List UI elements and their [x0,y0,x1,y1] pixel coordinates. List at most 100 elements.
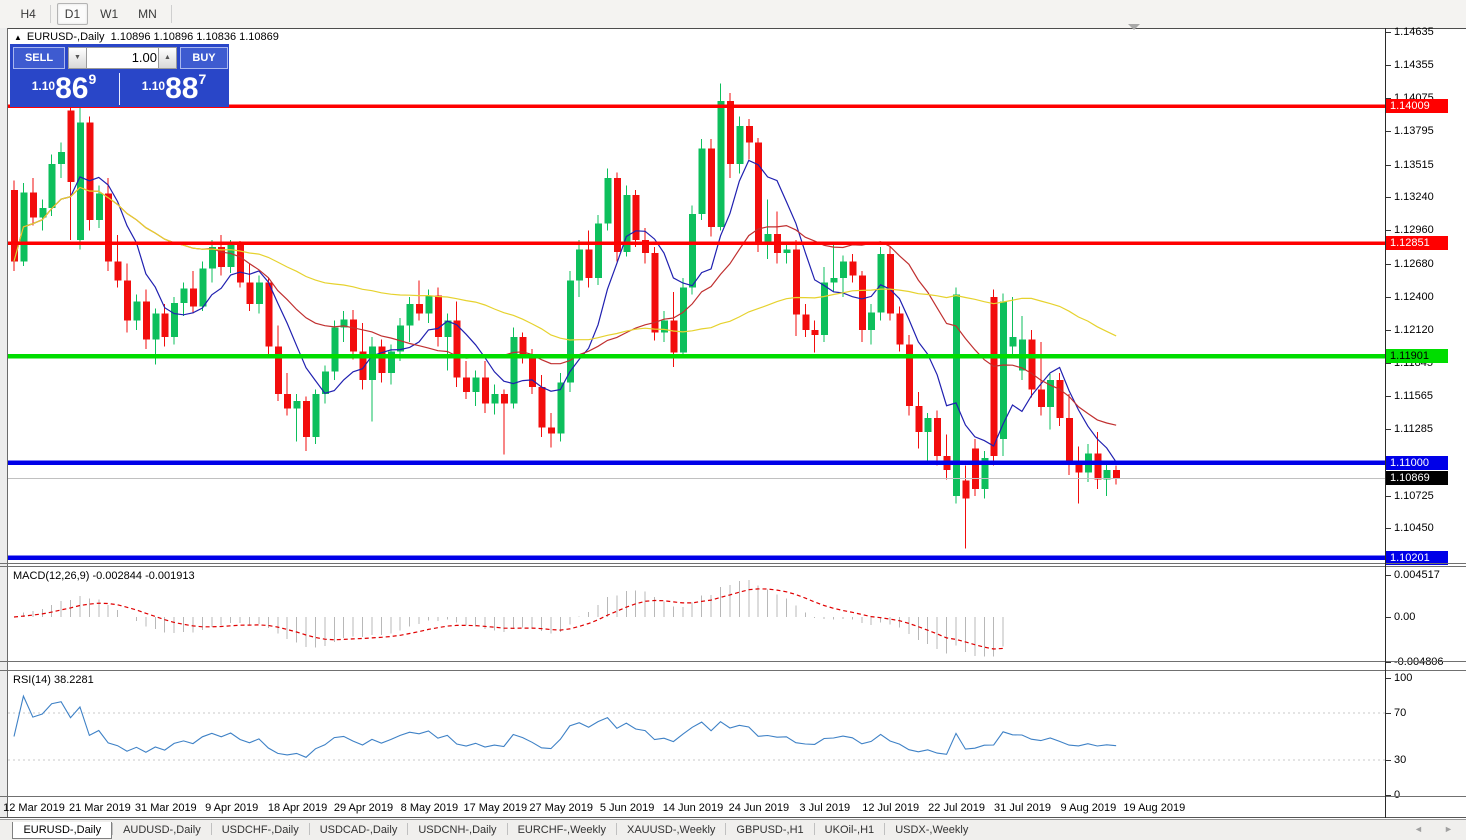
tab-eurusd-daily[interactable]: EURUSD-,Daily [12,822,113,839]
axis-tick [1386,131,1391,132]
axis-tick [1386,65,1391,66]
axis-tick [1386,32,1391,33]
sell-button[interactable]: SELL [13,47,65,69]
chart-tab-bar: EURUSD-,Daily AUDUSD-,Daily USDCHF-,Daily U… [0,819,1466,840]
macd-indicator-label: MACD(12,26,9) -0.002844 -0.001913 [13,570,195,582]
date-label: 31 Mar 2019 [134,802,197,814]
tab-usdcnh-daily[interactable]: USDCNH-,Daily [408,822,506,839]
axis-tick-label: 1.12400 [1394,291,1434,303]
date-axis-border [0,817,1466,818]
axis-tick-label: 1.12680 [1394,258,1434,270]
price-line-label-chip: 1.11000 [1386,456,1448,470]
toolbar-separator [49,4,51,23]
axis-tick-label: 1.10725 [1394,490,1434,502]
price-line-label-chip: 1.11901 [1386,349,1448,363]
volume-input[interactable]: 1.00 [86,47,163,69]
axis-tick-label: 1.11565 [1394,390,1433,402]
buy-price-big: 88 [165,72,199,105]
axis-tick [1386,760,1391,761]
tab-scroll-right-icon[interactable]: ► [1444,824,1453,834]
tab-gbpusd-h1[interactable]: GBPUSD-,H1 [726,822,813,839]
date-label: 5 Jun 2019 [599,802,655,814]
axis-tick [1386,429,1391,430]
timeframe-button-mn[interactable]: MN [130,3,165,25]
chart-ohlc-values: 1.10896 1.10896 1.10836 1.10869 [110,31,279,43]
axis-tick [1386,617,1391,618]
date-label: 9 Apr 2019 [205,802,259,814]
timeframe-button-w1[interactable]: W1 [92,3,126,25]
timeframe-button-h4[interactable]: H4 [12,3,43,25]
date-label: 8 May 2019 [400,802,459,814]
one-click-trading-panel: SELL ▼ 1.00 ▲ BUY 1.10869 1.10887 [10,44,229,107]
date-label: 31 Jul 2019 [994,802,1051,814]
axis-tick-label: 1.13795 [1394,125,1434,137]
tab-usdx-weekly[interactable]: USDX-,Weekly [885,822,978,839]
panel-divider[interactable] [0,563,1466,564]
volume-decrease-button[interactable]: ▼ [68,47,87,69]
axis-tick [1386,230,1391,231]
timeframe-button-d1[interactable]: D1 [56,3,89,25]
axis-tick-label: 1.14635 [1394,26,1434,38]
axis-tick-label: 100 [1394,672,1413,684]
buy-button[interactable]: BUY [180,47,228,69]
axis-tick-label: 1.10450 [1394,522,1434,534]
date-label: 19 Aug 2019 [1123,802,1186,814]
axis-tick-label: 30 [1394,754,1407,766]
axis-tick-label: 0.004517 [1394,569,1440,581]
date-label: 21 Mar 2019 [69,802,131,814]
axis-tick-label: -0.004806 [1394,656,1444,668]
tab-group: EURUSD-,Daily AUDUSD-,Daily USDCHF-,Daily U… [12,820,978,839]
collapse-panel-icon[interactable]: ▲ [14,33,22,42]
timeframe-group: H4 D1 W1 MN [10,3,175,25]
date-label: 14 Jun 2019 [662,802,724,814]
rsi-indicator-label: RSI(14) 38.2281 [13,674,94,686]
date-label: 29 Apr 2019 [333,802,394,814]
tab-usdchf-daily[interactable]: USDCHF-,Daily [212,822,309,839]
timeframe-toolbar: H4 D1 W1 MN [0,0,1466,29]
sell-price-display[interactable]: 1.10869 [10,71,118,107]
axis-tick-label: 1.13240 [1394,191,1434,203]
panel-divider[interactable] [0,566,1466,567]
date-label: 22 Jul 2019 [928,802,986,814]
panel-divider[interactable] [0,670,1466,671]
date-label: 12 Jul 2019 [862,802,920,814]
axis-tick [1386,363,1391,364]
axis-tick-label: 1.13515 [1394,159,1434,171]
axis-tick [1386,396,1391,397]
axis-tick-label: 1.14355 [1394,59,1434,71]
date-label: 9 Aug 2019 [1060,802,1117,814]
chart-scroll-to-end-marker[interactable] [1128,24,1140,30]
axis-tick-label: 0.00 [1394,611,1416,623]
sell-price-big: 86 [55,72,89,105]
price-chart-canvas[interactable] [0,0,1466,839]
tab-usdcad-daily[interactable]: USDCAD-,Daily [310,822,408,839]
date-label: 17 May 2019 [463,802,528,814]
chart-title: ▲ EURUSD-,Daily 1.10896 1.10896 1.10836 1… [14,31,279,43]
panel-divider [0,796,1466,797]
tab-scroll-left-icon[interactable]: ◄ [1414,824,1423,834]
tab-audusd-daily[interactable]: AUDUSD-,Daily [113,822,211,839]
caret-down-icon: ▼ [74,54,81,61]
plot-right-border [1385,28,1386,818]
window-left-frame [0,28,8,818]
sell-price-pip: 9 [88,71,97,87]
buy-price-display[interactable]: 1.10887 [120,71,228,107]
tab-xauusd-weekly[interactable]: XAUUSD-,Weekly [617,822,725,839]
axis-tick [1386,662,1391,663]
tab-eurchf-weekly[interactable]: EURCHF-,Weekly [508,822,616,839]
buy-price-pip: 7 [198,71,207,87]
axis-tick-label: 70 [1394,707,1407,719]
toolbar-separator [170,4,172,23]
volume-increase-button[interactable]: ▲ [158,47,177,69]
buy-price-prefix: 1.10 [141,79,166,93]
axis-tick [1386,297,1391,298]
panel-divider[interactable] [0,661,1466,662]
axis-tick [1386,713,1391,714]
tab-ukoil-h1[interactable]: UKOil-,H1 [815,822,885,839]
axis-tick [1386,496,1391,497]
axis-tick-label: 1.12120 [1394,324,1434,336]
axis-tick [1386,165,1391,166]
caret-up-icon: ▲ [164,54,171,61]
date-label: 24 Jun 2019 [728,802,790,814]
chart-symbol-period: EURUSD-,Daily [26,31,105,43]
